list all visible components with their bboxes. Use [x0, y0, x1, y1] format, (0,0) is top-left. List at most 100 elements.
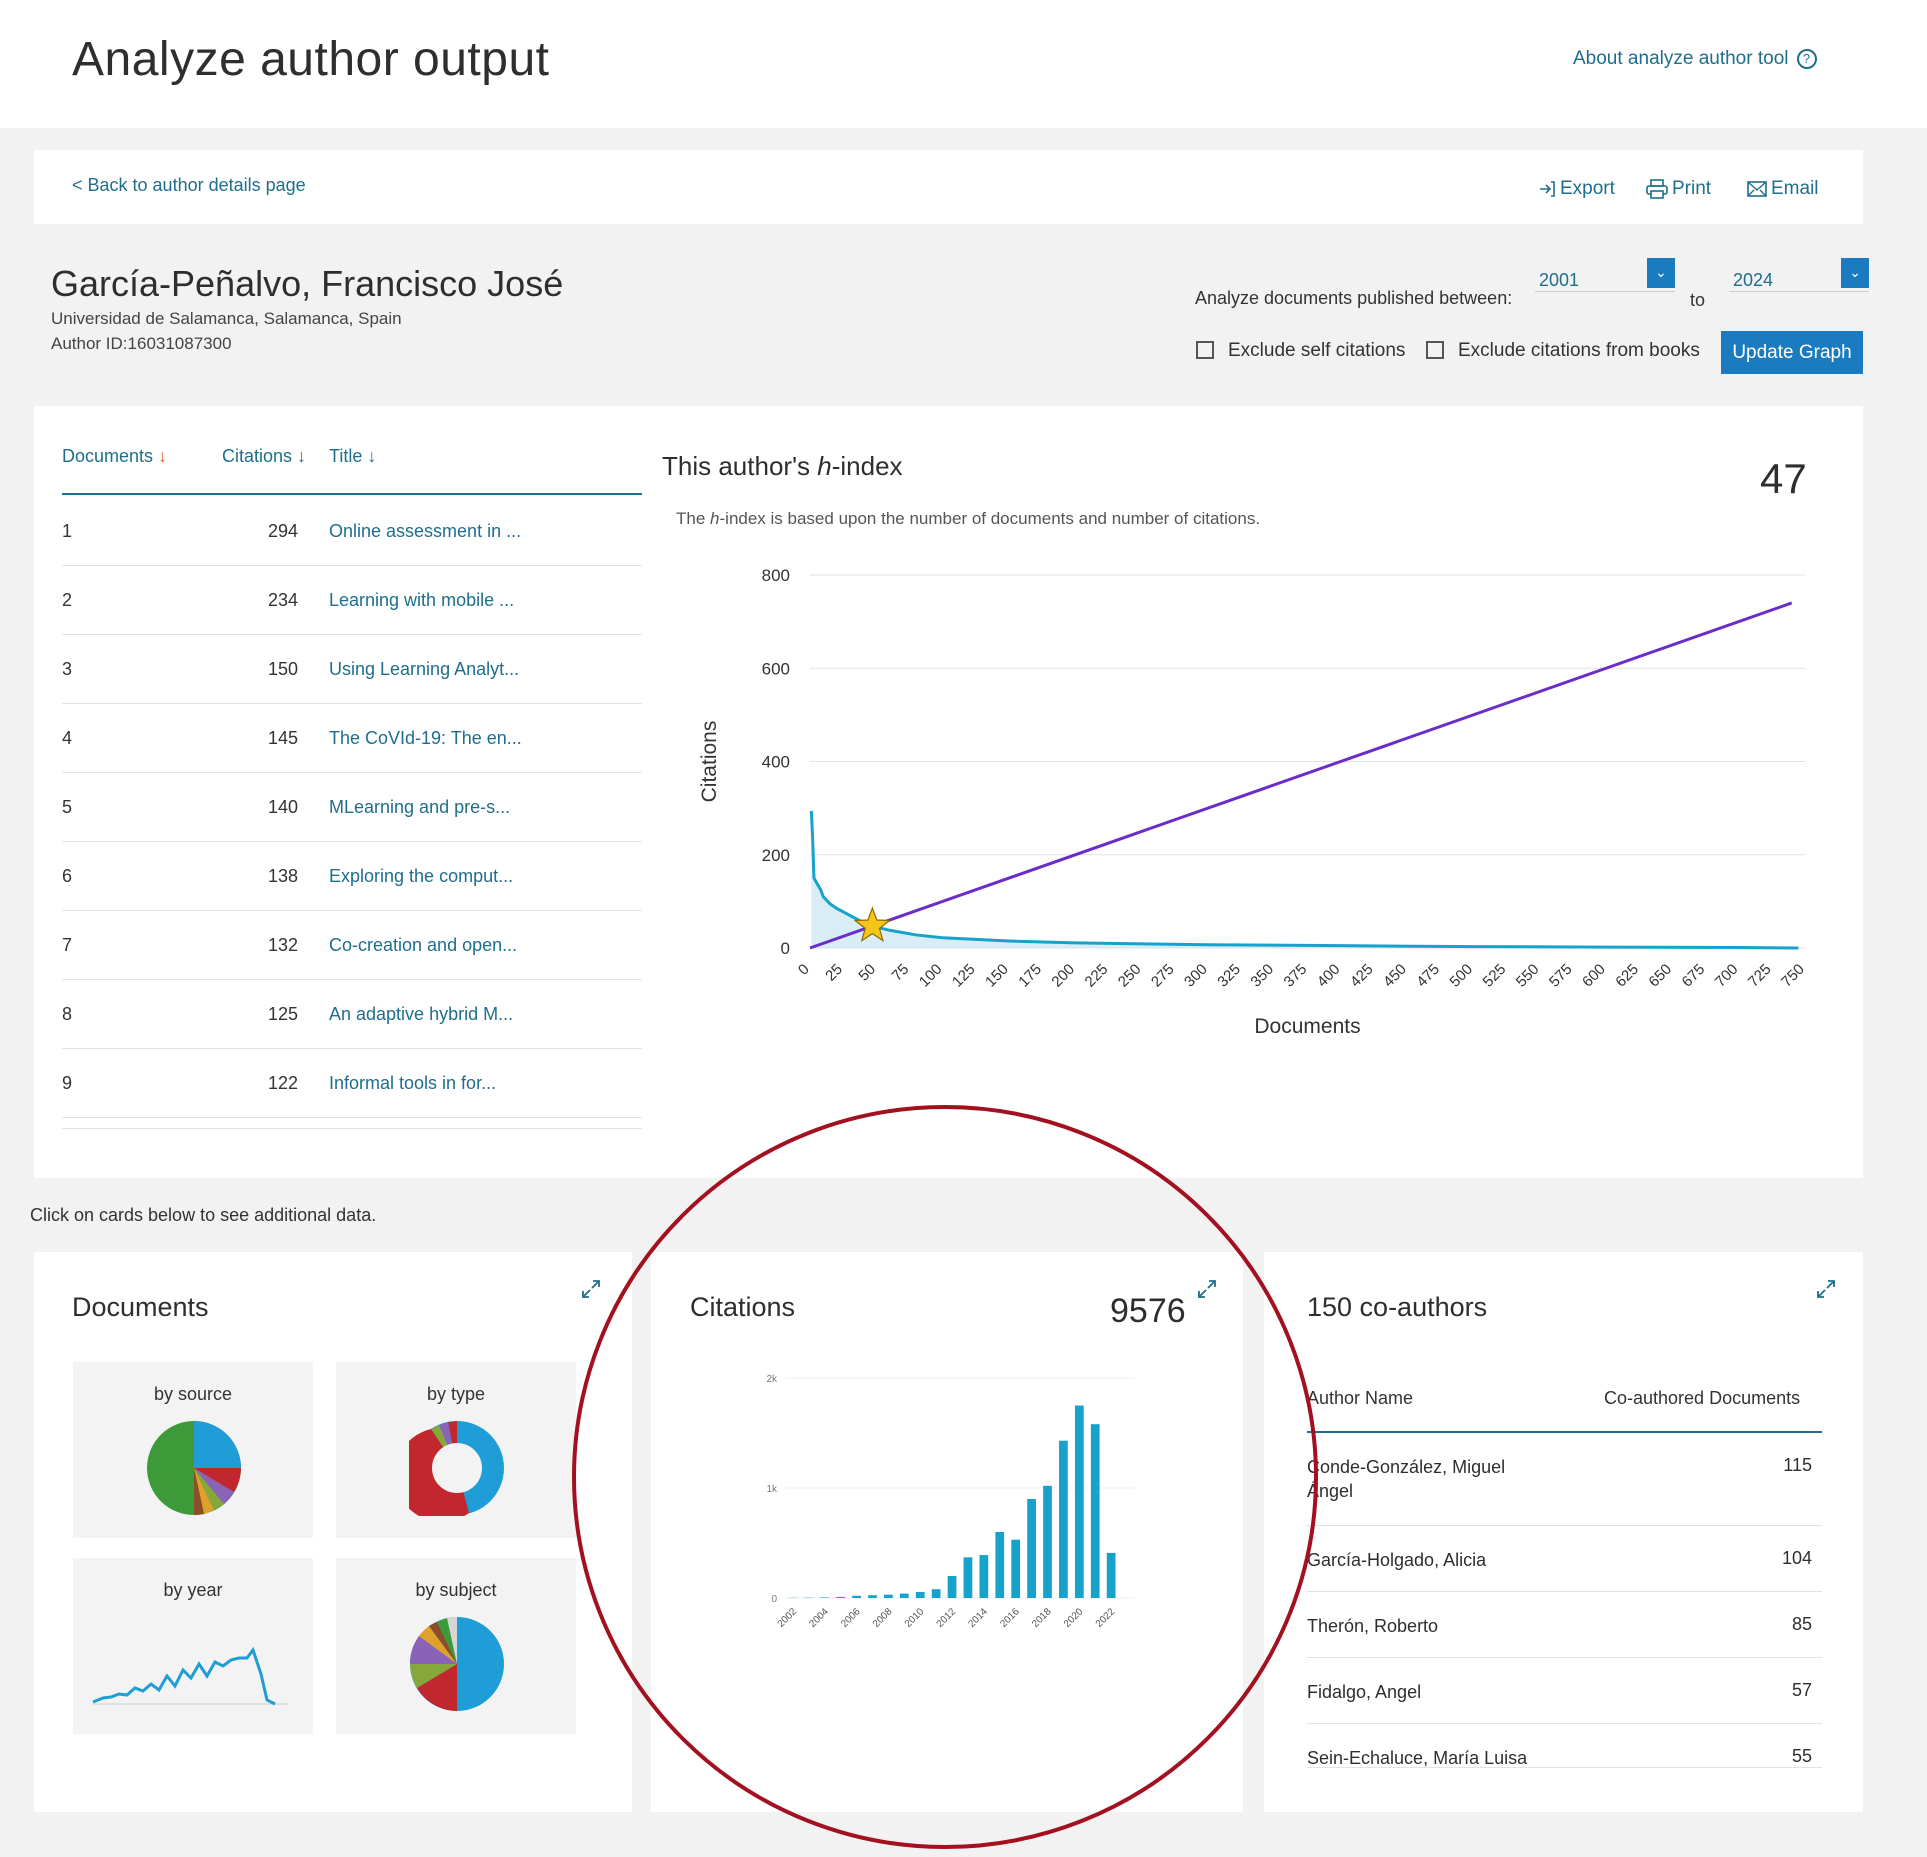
hindex-desc-h: h: [710, 509, 720, 528]
expand-icon[interactable]: [1815, 1278, 1837, 1300]
bar: [947, 1576, 957, 1598]
bar: [899, 1593, 909, 1598]
by-subject-tile[interactable]: by subject: [336, 1558, 576, 1734]
document-title-link[interactable]: Exploring the comput...: [329, 866, 513, 887]
print-button[interactable]: Print: [1646, 178, 1711, 200]
bar: [820, 1597, 830, 1598]
document-rank: 6: [62, 866, 73, 886]
exclude-book-citations-checkbox[interactable]: Exclude citations from books: [1426, 340, 1700, 362]
table-row: 5 140 MLearning and pre-s...: [62, 773, 642, 842]
coauthor-name: Conde-González, Miguel Ángel: [1307, 1457, 1506, 1501]
x-tick-label: 175: [1015, 961, 1045, 991]
bar: [979, 1555, 989, 1598]
coauthors-card-title: 150 co-authors: [1307, 1292, 1488, 1322]
about-tool-label: About analyze author tool: [1573, 48, 1789, 69]
document-title-link[interactable]: Informal tools in for...: [329, 1073, 496, 1094]
chevron-down-icon[interactable]: ⌄: [1841, 258, 1869, 288]
hindex-title-h: h: [817, 451, 832, 481]
bar: [1011, 1539, 1021, 1598]
document-title-link[interactable]: The CoVId-19: The en...: [329, 728, 522, 749]
coauthor-row[interactable]: García-Holgado, Alicia 104: [1307, 1526, 1822, 1592]
document-citations: 234: [267, 590, 298, 610]
coauthor-count: 85: [1791, 1614, 1812, 1634]
bar: [963, 1557, 973, 1598]
x-tick-label: 100: [916, 961, 946, 991]
y-tick-label: 800: [762, 566, 790, 585]
sort-arrow-icon: ↓: [158, 446, 168, 466]
sort-title-header[interactable]: Title ↓: [329, 446, 376, 467]
coauthor-row[interactable]: Sein-Echaluce, María Luisa 55: [1307, 1724, 1822, 1768]
page-title: Analyze author output: [72, 33, 550, 86]
coauthor-name: García-Holgado, Alicia: [1307, 1550, 1487, 1570]
export-label: Export: [1560, 178, 1615, 199]
document-citations: 294: [267, 521, 298, 541]
x-tick-label: 575: [1546, 961, 1576, 991]
table-end-rule: [62, 1128, 642, 1129]
sort-citations-header[interactable]: Citations ↓: [222, 446, 306, 467]
coauthor-row[interactable]: Fidalgo, Angel 57: [1307, 1658, 1822, 1724]
x-tick-label: 475: [1413, 961, 1443, 991]
export-icon: [1540, 181, 1555, 197]
author-name: García-Peñalvo, Francisco José: [51, 263, 564, 304]
expand-icon[interactable]: [1196, 1278, 1218, 1300]
document-title-link[interactable]: Co-creation and open...: [329, 935, 517, 956]
document-title-link[interactable]: Using Learning Analyt...: [329, 659, 519, 680]
by-type-donut: [409, 1421, 504, 1516]
hindex-value: 47: [1760, 455, 1807, 502]
document-title-link[interactable]: An adaptive hybrid M...: [329, 1004, 513, 1025]
by-year-tile[interactable]: by year: [73, 1558, 313, 1734]
print-label: Print: [1672, 178, 1712, 199]
y-tick-label: 0: [781, 939, 790, 958]
citations-area: [811, 810, 1799, 948]
by-type-tile[interactable]: by type: [336, 1362, 576, 1538]
x-tick-label: 25: [822, 961, 846, 985]
coauthor-name: Sein-Echaluce, María Luisa: [1307, 1748, 1528, 1768]
x-tick-label: 450: [1380, 961, 1410, 991]
x-tick-label: 2018: [1030, 1606, 1054, 1630]
hindex-title: This author's h-index: [662, 451, 903, 482]
table-row: 7 132 Co-creation and open...: [62, 911, 642, 980]
x-tick-label: 2006: [839, 1606, 863, 1630]
back-to-author-link[interactable]: < Back to author details page: [72, 175, 306, 196]
checkbox-box[interactable]: [1196, 341, 1214, 359]
expand-icon[interactable]: [580, 1278, 602, 1300]
x-tick-label: 2004: [807, 1606, 831, 1630]
document-citations: 145: [267, 728, 298, 748]
export-button[interactable]: Export: [1538, 178, 1615, 200]
bar: [915, 1591, 925, 1598]
chevron-down-icon[interactable]: ⌄: [1647, 258, 1675, 288]
checkbox-box[interactable]: [1426, 341, 1444, 359]
by-source-tile[interactable]: by source: [73, 1362, 313, 1538]
document-title-link[interactable]: MLearning and pre-s...: [329, 797, 510, 818]
coauthor-row[interactable]: Conde-González, Miguel Ángel 115: [1307, 1433, 1822, 1526]
bar: [1106, 1552, 1116, 1598]
by-year-line: [92, 1646, 289, 1706]
email-button[interactable]: Email: [1747, 178, 1819, 200]
coauthor-row[interactable]: Therón, Roberto 85: [1307, 1592, 1822, 1658]
sort-documents-header[interactable]: Documents ↓: [62, 446, 167, 467]
author-id: Author ID:16031087300: [51, 334, 232, 353]
table-row: 8 125 An adaptive hybrid M...: [62, 980, 642, 1049]
table-row: 2 234 Learning with mobile ...: [62, 566, 642, 635]
document-title-link[interactable]: Learning with mobile ...: [329, 590, 514, 611]
from-year-select[interactable]: 2001 ⌄: [1535, 258, 1675, 292]
x-axis-label: Documents: [1254, 1015, 1360, 1038]
to-label: to: [1690, 290, 1706, 310]
hindex-desc-suffix: -index is based upon the number of docum…: [719, 509, 1261, 528]
help-icon: ?: [1796, 48, 1817, 69]
coauthor-name-header: Author Name: [1307, 1388, 1414, 1408]
document-rank: 2: [62, 590, 73, 610]
x-tick-label: 625: [1612, 961, 1642, 991]
document-citations: 132: [267, 935, 298, 955]
by-source-label: by source: [153, 1384, 233, 1404]
x-tick-label: 400: [1314, 961, 1344, 991]
update-graph-button[interactable]: Update Graph: [1721, 331, 1863, 374]
citations-series-line: [809, 810, 1799, 950]
bar: [931, 1589, 941, 1598]
bar: [1074, 1405, 1084, 1598]
exclude-self-citations-checkbox[interactable]: Exclude self citations: [1196, 340, 1405, 362]
document-citations: 138: [267, 866, 298, 886]
about-tool-link[interactable]: About analyze author tool?: [1573, 48, 1817, 70]
document-title-link[interactable]: Online assessment in ...: [329, 521, 521, 542]
to-year-select[interactable]: 2024 ⌄: [1729, 258, 1869, 292]
